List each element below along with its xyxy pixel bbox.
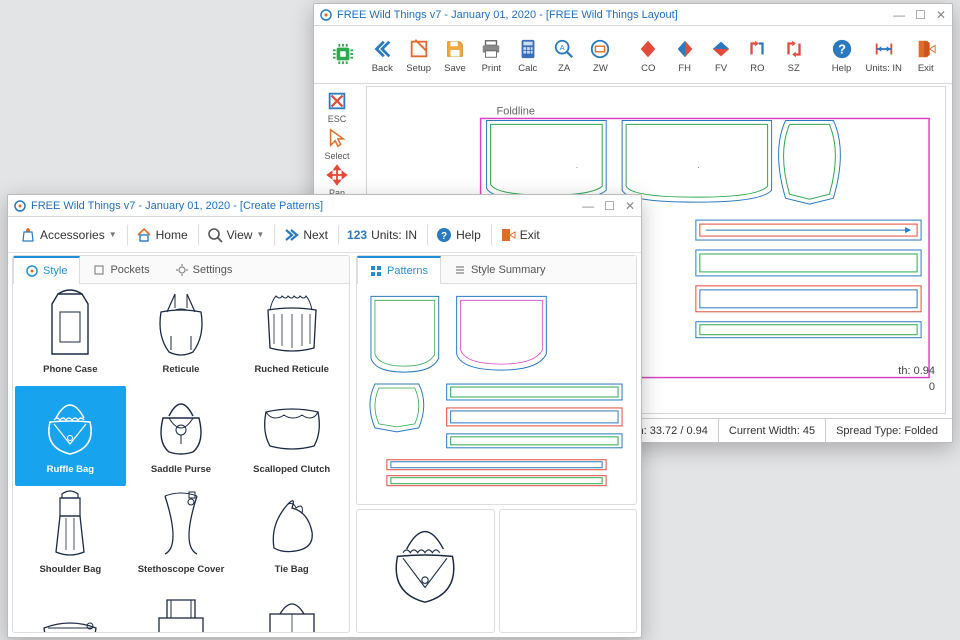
grid-item-scalloped-clutch[interactable]: Scalloped Clutch	[236, 386, 347, 486]
svg-text:?: ?	[441, 231, 447, 242]
help-button[interactable]: ? Help	[427, 224, 487, 246]
patterns-canvas[interactable]	[357, 284, 636, 504]
tab-settings[interactable]: Settings	[163, 256, 246, 283]
close-button[interactable]: ✕	[625, 199, 635, 213]
tab-patterns[interactable]: Patterns	[357, 256, 441, 284]
phone-case-icon	[30, 288, 110, 362]
side-tools: ESC Select Pan	[314, 86, 360, 202]
setup-button[interactable]: Setup	[400, 38, 436, 74]
grid-item-saddle-purse[interactable]: Saddle Purse	[126, 386, 237, 486]
tie-bag-icon	[252, 488, 332, 562]
left-tabs: Style Pockets Settings	[13, 256, 349, 284]
grid-item-extra-3[interactable]	[236, 586, 347, 632]
pan-tool[interactable]: Pan	[317, 164, 357, 198]
svg-text:•: •	[698, 164, 700, 169]
exit-button[interactable]: Exit	[491, 224, 546, 246]
window-controls: — ☐ ✕	[582, 199, 635, 213]
foldline-label: Foldline	[497, 105, 535, 117]
preview-ruffle-bag[interactable]	[356, 509, 495, 633]
select-tool[interactable]: Select	[317, 127, 357, 161]
exit-button[interactable]: Exit	[908, 38, 944, 74]
back-button[interactable]: Back	[364, 38, 400, 74]
grid-item-tie-bag[interactable]: Tie Bag	[236, 486, 347, 586]
ruffle-bag-icon	[30, 388, 110, 462]
za-button[interactable]: A ZA	[546, 38, 582, 74]
info-th: th: 0.94	[898, 365, 935, 377]
svg-text:A: A	[560, 42, 565, 51]
grid-item-shoulder-bag[interactable]: Shoulder Bag	[15, 486, 126, 586]
maximize-button[interactable]: ☐	[604, 199, 615, 213]
minimize-button[interactable]: —	[582, 199, 594, 213]
titlebar: FREE Wild Things v7 - January 01, 2020 -…	[314, 4, 952, 26]
status-spread: Spread Type: Folded	[825, 419, 948, 442]
save-button[interactable]: Save	[437, 38, 473, 74]
calc-button[interactable]: Calc	[510, 38, 546, 74]
status-width: Current Width: 45	[718, 419, 825, 442]
grid-item-ruched-reticule[interactable]: Ruched Reticule	[236, 286, 347, 386]
print-button[interactable]: Print	[473, 38, 509, 74]
tab-style-summary[interactable]: Style Summary	[441, 256, 559, 283]
titlebar: FREE Wild Things v7 - January 01, 2020 -…	[8, 195, 641, 217]
window-controls: — ☐ ✕	[893, 8, 946, 22]
grid-item-phone-case[interactable]: Phone Case	[15, 286, 126, 386]
ruched-reticule-icon	[252, 288, 332, 362]
shoulder-bag-icon	[30, 488, 110, 562]
grid-item-stethoscope-cover[interactable]: Stethoscope Cover	[126, 486, 237, 586]
scalloped-clutch-icon	[252, 388, 332, 462]
units-button[interactable]: 123 Units: IN	[338, 225, 423, 245]
toolbar: Accessories▼ Home View▼ Next 123 Units: …	[8, 217, 641, 253]
stethoscope-cover-icon	[141, 488, 221, 562]
units-button[interactable]: Units: IN	[860, 38, 908, 74]
help-button[interactable]: ? Help	[823, 38, 859, 74]
window-title: FREE Wild Things v7 - January 01, 2020 -…	[337, 9, 893, 21]
svg-text:?: ?	[838, 41, 846, 56]
grid-item-extra-1[interactable]	[15, 586, 126, 632]
next-button[interactable]: Next	[274, 224, 334, 246]
grid-item-ruffle-bag[interactable]: Ruffle Bag	[15, 386, 126, 486]
ro-button[interactable]: RO	[739, 38, 775, 74]
esc-tool[interactable]: ESC	[317, 90, 357, 124]
tab-style[interactable]: Style	[13, 256, 80, 284]
window-title: FREE Wild Things v7 - January 01, 2020 -…	[31, 200, 582, 212]
saddle-purse-icon	[141, 388, 221, 462]
accessories-menu[interactable]: Accessories▼	[14, 224, 123, 246]
create-window: FREE Wild Things v7 - January 01, 2020 -…	[7, 194, 642, 638]
info-zero: 0	[929, 381, 935, 393]
reticule-icon	[141, 288, 221, 362]
preview-row	[356, 509, 637, 633]
view-menu[interactable]: View▼	[198, 224, 271, 246]
sz-button[interactable]: SZ	[776, 38, 812, 74]
close-button[interactable]: ✕	[936, 8, 946, 22]
style-panel: Style Pockets Settings Phone Case	[12, 255, 350, 633]
chip-icon[interactable]	[322, 43, 364, 68]
app-icon	[320, 9, 332, 21]
fv-button[interactable]: FV	[703, 38, 739, 74]
main-toolbar: Back Setup Save Print Calc A ZA ZW	[314, 26, 952, 84]
grid-item-reticule[interactable]: Reticule	[126, 286, 237, 386]
style-grid: Phone Case Reticule Ruched Reticule Ruff…	[13, 284, 349, 632]
minimize-button[interactable]: —	[893, 8, 905, 22]
maximize-button[interactable]: ☐	[915, 8, 926, 22]
app-icon	[14, 200, 26, 212]
fh-button[interactable]: FH	[666, 38, 702, 74]
zw-button[interactable]: ZW	[582, 38, 618, 74]
tab-pockets[interactable]: Pockets	[80, 256, 162, 283]
right-tabs: Patterns Style Summary	[357, 256, 636, 284]
patterns-panel: Patterns Style Summary	[356, 255, 637, 633]
home-button[interactable]: Home	[127, 224, 194, 246]
grid-item-extra-2[interactable]	[126, 586, 237, 632]
svg-text:•: •	[576, 164, 578, 169]
patterns-box: Patterns Style Summary	[356, 255, 637, 505]
co-button[interactable]: CO	[630, 38, 666, 74]
preview-empty[interactable]	[499, 509, 638, 633]
